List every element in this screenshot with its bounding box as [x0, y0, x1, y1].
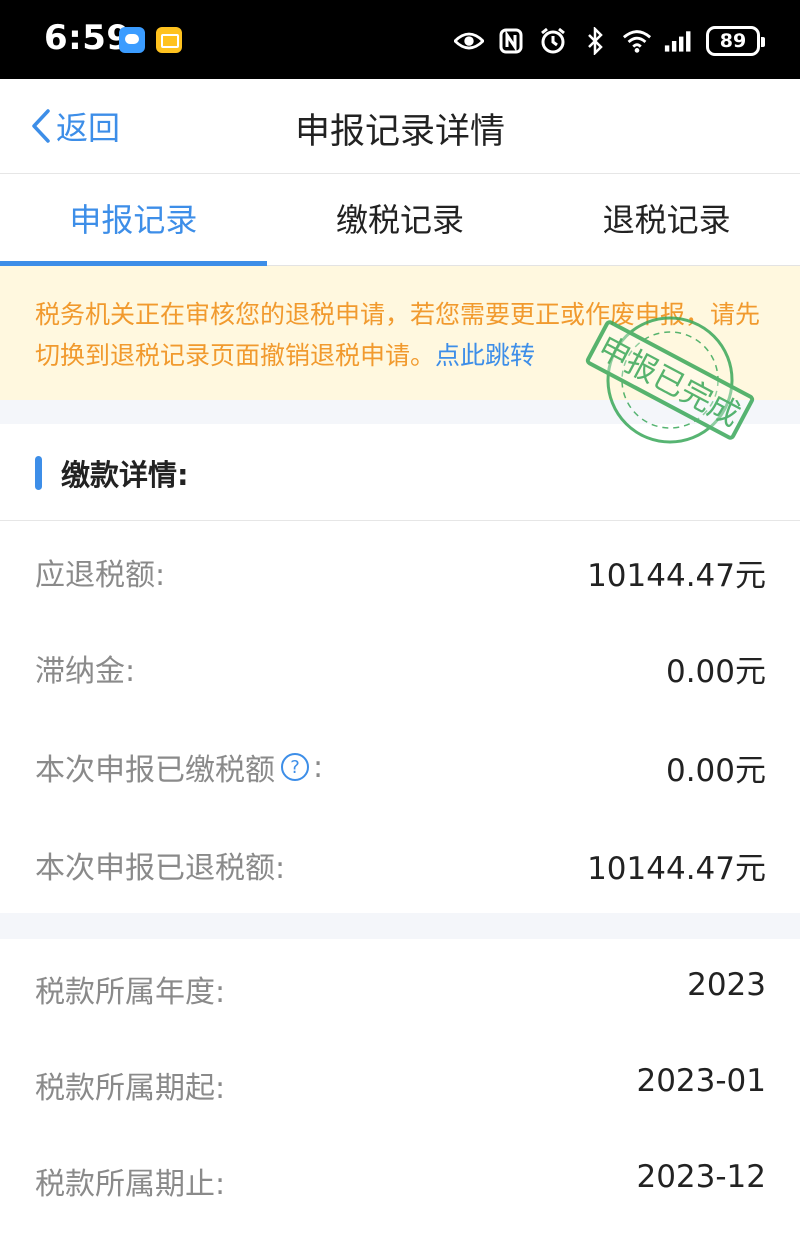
row-value: 10144.47元: [587, 851, 766, 887]
row-label-with-help: 本次申报已缴税额 ? :: [35, 745, 323, 789]
help-icon[interactable]: ?: [281, 753, 309, 781]
status-time: 6:59: [44, 18, 131, 58]
wifi-icon: [622, 26, 652, 56]
detail-row: 滞纳金: 0.00元: [0, 618, 800, 714]
bluetooth-icon: [580, 26, 610, 56]
row-label-text: 本次申报已缴税额: [35, 753, 275, 788]
nfc-icon: [496, 26, 526, 56]
section-accent-bar: [35, 456, 42, 490]
detail-row: 本次申报已缴税额 ? : 0.00元: [0, 717, 800, 813]
detail-row: 应退税额: 10144.47元: [0, 522, 800, 618]
page-title: 申报记录详情: [294, 112, 505, 152]
tab-declaration-record[interactable]: 申报记录: [0, 175, 267, 266]
row-label: 税款所属期起:: [35, 1071, 226, 1106]
mail-app-icon: [156, 27, 182, 53]
alarm-icon: [538, 26, 568, 56]
row-value: 2023-01: [636, 1063, 766, 1099]
row-value: 2023-12: [636, 1159, 766, 1195]
row-label: 税款所属年度:: [35, 975, 226, 1010]
row-label: 滞纳金:: [35, 654, 136, 689]
tab-refund-record[interactable]: 退税记录: [533, 175, 800, 265]
section-divider: [0, 400, 800, 424]
row-value: 10144.47元: [587, 558, 766, 594]
notice-link[interactable]: 点此跳转: [435, 341, 535, 370]
tab-bar: 申报记录 缴税记录 退税记录: [0, 175, 800, 266]
detail-row: 税款所属期止: 2023-12: [0, 1131, 800, 1227]
detail-row: 税款所属期起: 2023-01: [0, 1035, 800, 1131]
detail-row: 本次申报已退税额: 10144.47元: [0, 815, 800, 911]
section-header: 缴款详情:: [0, 424, 800, 521]
nav-bar: 返回 申报记录详情: [0, 79, 800, 174]
detail-row: 税款所属年度: 2023: [0, 939, 800, 1035]
row-value: 0.00元: [665, 753, 766, 789]
status-icons: 89: [454, 24, 765, 58]
row-value: 2023: [687, 967, 766, 1003]
signal-icon: [664, 26, 694, 56]
chat-app-icon: [119, 27, 145, 53]
battery-icon: 89: [706, 26, 765, 56]
tab-payment-record[interactable]: 缴税记录: [267, 175, 534, 265]
section-divider: [0, 913, 800, 939]
row-label: 税款所属期止:: [35, 1167, 226, 1202]
notice-text: 税务机关正在审核您的退税申请，若您需要更正或作废申报，请先切换到退税记录页面撤销…: [35, 300, 761, 370]
row-label: 应退税额:: [35, 558, 166, 593]
status-bar: 6:59 89: [0, 0, 800, 79]
notice-banner: 税务机关正在审核您的退税申请，若您需要更正或作废申报，请先切换到退税记录页面撤销…: [0, 266, 800, 400]
row-label-suffix: :: [313, 749, 324, 785]
row-label: 本次申报已退税额:: [35, 851, 286, 886]
section-title: 缴款详情:: [61, 458, 189, 492]
eye-icon: [454, 26, 484, 56]
row-value: 0.00元: [665, 654, 766, 690]
